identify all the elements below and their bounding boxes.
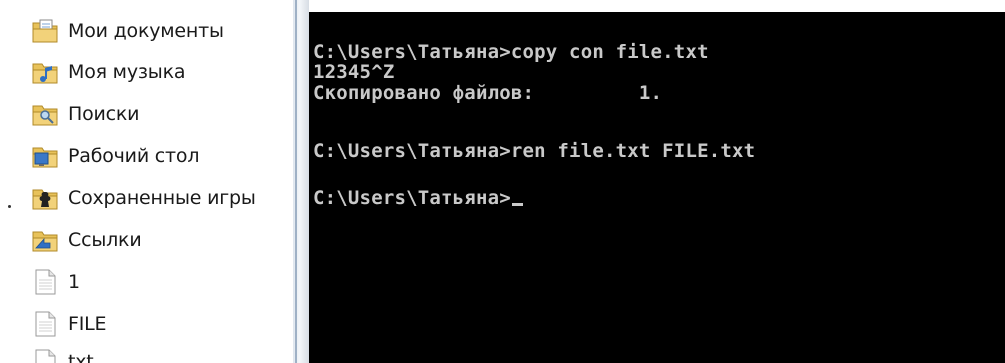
- explorer-item-label: Мои документы: [68, 20, 224, 42]
- music-folder-icon: [32, 63, 58, 84]
- explorer-item-label: txt: [68, 351, 94, 363]
- explorer-item-label: Ссылки: [68, 229, 142, 251]
- explorer-item-label: FILE: [68, 313, 107, 335]
- console-line: Скопировано файлов: 1.: [313, 82, 663, 104]
- explorer-item-links[interactable]: Ссылки: [30, 223, 142, 257]
- window-border: [293, 0, 309, 363]
- explorer-item-label: 1: [68, 271, 80, 293]
- explorer-item-file-FILE[interactable]: FILE: [30, 307, 107, 341]
- bullet-dot: [8, 205, 11, 208]
- explorer-item-label: Моя музыка: [68, 61, 186, 83]
- file-icon: [35, 269, 56, 295]
- explorer-item-label: Сохраненные игры: [68, 187, 256, 209]
- explorer-item-desktop[interactable]: Рабочий стол: [30, 139, 199, 173]
- explorer-item-file-1[interactable]: 1: [30, 265, 80, 299]
- console-line: C:\Users\Татьяна>copy con file.txt: [313, 41, 709, 63]
- links-folder-icon: [32, 231, 58, 252]
- console-line: C:\Users\Татьяна>ren file.txt FILE.txt: [313, 140, 756, 162]
- explorer-item-my-documents[interactable]: Мои документы: [30, 14, 224, 48]
- explorer-item-file-txt[interactable]: txt: [30, 345, 94, 363]
- searches-folder-icon: [32, 105, 58, 126]
- screen: Мои документы Моя музыка Поиски Рабочий …: [0, 0, 1005, 363]
- text-cursor: [511, 203, 523, 206]
- console-line: 12345^Z: [313, 61, 395, 83]
- file-icon: [35, 349, 56, 363]
- explorer-item-saved-games[interactable]: Сохраненные игры: [30, 181, 256, 215]
- console-prompt-line: C:\Users\Татьяна>: [313, 188, 523, 208]
- file-icon: [35, 311, 56, 337]
- explorer-item-my-music[interactable]: Моя музыка: [30, 55, 185, 89]
- command-prompt-console[interactable]: C:\Users\Татьяна>copy con file.txt 12345…: [309, 12, 1005, 363]
- explorer-item-searches[interactable]: Поиски: [30, 97, 140, 131]
- explorer-item-label: Рабочий стол: [68, 145, 200, 167]
- desktop-folder-icon: [32, 147, 58, 168]
- console-prompt: C:\Users\Татьяна>: [313, 187, 511, 209]
- saved-games-folder-icon: [32, 189, 58, 210]
- documents-folder-icon: [32, 19, 58, 43]
- explorer-panel: Мои документы Моя музыка Поиски Рабочий …: [0, 0, 293, 363]
- explorer-item-label: Поиски: [68, 103, 140, 125]
